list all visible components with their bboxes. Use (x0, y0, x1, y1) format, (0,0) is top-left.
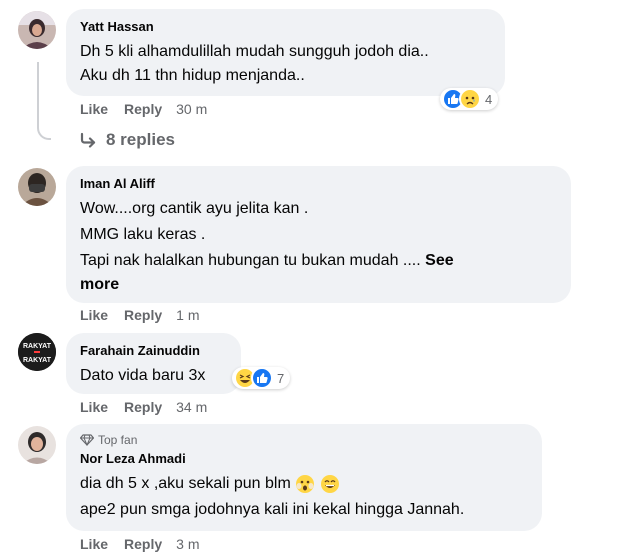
sad-reaction-icon (459, 88, 481, 110)
comment-actions: Like Reply 34 m (80, 399, 207, 415)
avatar-text-bottom: RAKYAT (23, 357, 52, 364)
comment-text-fragment: dia dh 5 x ,aku sekali pun blm (80, 475, 291, 492)
grinning-face-icon (320, 474, 339, 493)
top-fan-label: Top fan (98, 433, 138, 447)
comment-text-line: Dh 5 kli alhamdulillah mudah sungguh jod… (80, 43, 429, 60)
see-more-link[interactable]: See (425, 252, 453, 269)
reply-arrow-icon (80, 132, 96, 148)
avatar[interactable] (18, 426, 56, 464)
shocked-face-icon (296, 474, 315, 493)
avatar[interactable]: RAKYAT RAKYAT (18, 333, 56, 371)
comment-author[interactable]: Farahain Zainuddin (80, 343, 229, 359)
reaction-count: 4 (485, 91, 493, 107)
like-button[interactable]: Like (80, 307, 108, 323)
comment-text-fragment: Tapi nak halalkan hubungan tu bukan muda… (80, 252, 421, 269)
comment-text-line: dia dh 5 x ,aku sekali pun blm (80, 472, 530, 496)
avatar[interactable] (18, 11, 56, 49)
comment-bubble: Farahain Zainuddin Dato vida baru 3x (66, 333, 241, 394)
comment-bubble: Iman Al Aliff Wow....org cantik ayu jeli… (66, 166, 571, 303)
comment-actions: Like Reply 1 m (80, 307, 199, 323)
reaction-count: 7 (277, 370, 285, 386)
comment-text-line: MMG laku keras . (80, 226, 206, 243)
comment-text-line: ape2 pun smga jodohnya kali ini kekal hi… (80, 501, 465, 518)
avatar[interactable] (18, 168, 56, 206)
comment-text-line: Aku dh 11 thn hidup menjanda.. (80, 67, 305, 84)
see-more-link-continued[interactable]: more (80, 273, 559, 297)
comment-author[interactable]: Nor Leza Ahmadi (80, 451, 530, 467)
like-reaction-icon (251, 367, 273, 389)
like-button[interactable]: Like (80, 399, 108, 415)
reply-button[interactable]: Reply (124, 101, 162, 117)
comment-text-line: Tapi nak halalkan hubungan tu bukan muda… (80, 249, 559, 273)
avatar-text-top: RAKYAT (23, 343, 52, 350)
view-replies-button[interactable]: 8 replies (80, 130, 175, 150)
like-button[interactable]: Like (80, 536, 108, 552)
comment-text-line: Dato vida baru 3x (80, 367, 206, 384)
like-button[interactable]: Like (80, 101, 108, 117)
comment-timestamp[interactable]: 1 m (176, 307, 199, 323)
comment-author[interactable]: Yatt Hassan (80, 19, 493, 35)
comment-timestamp[interactable]: 3 m (176, 536, 199, 552)
comment-actions: Like Reply 30 m (80, 101, 207, 117)
diamond-icon (80, 434, 94, 446)
reaction-summary[interactable]: 4 (440, 88, 499, 110)
comment-author[interactable]: Iman Al Aliff (80, 176, 559, 192)
comment-text-line: Wow....org cantik ayu jelita kan . (80, 200, 309, 217)
comment-timestamp[interactable]: 30 m (176, 101, 207, 117)
reply-button[interactable]: Reply (124, 307, 162, 323)
comment-bubble: Top fan Nor Leza Ahmadi dia dh 5 x ,aku … (66, 424, 542, 531)
reply-button[interactable]: Reply (124, 536, 162, 552)
top-fan-badge: Top fan (80, 433, 530, 447)
reply-button[interactable]: Reply (124, 399, 162, 415)
reply-thread-line (37, 62, 51, 140)
comment-timestamp[interactable]: 34 m (176, 399, 207, 415)
reaction-summary[interactable]: 7 (232, 367, 291, 389)
comment-bubble: Yatt Hassan Dh 5 kli alhamdulillah mudah… (66, 9, 505, 96)
replies-count-label: 8 replies (106, 130, 175, 149)
comment-actions: Like Reply 3 m (80, 536, 199, 552)
